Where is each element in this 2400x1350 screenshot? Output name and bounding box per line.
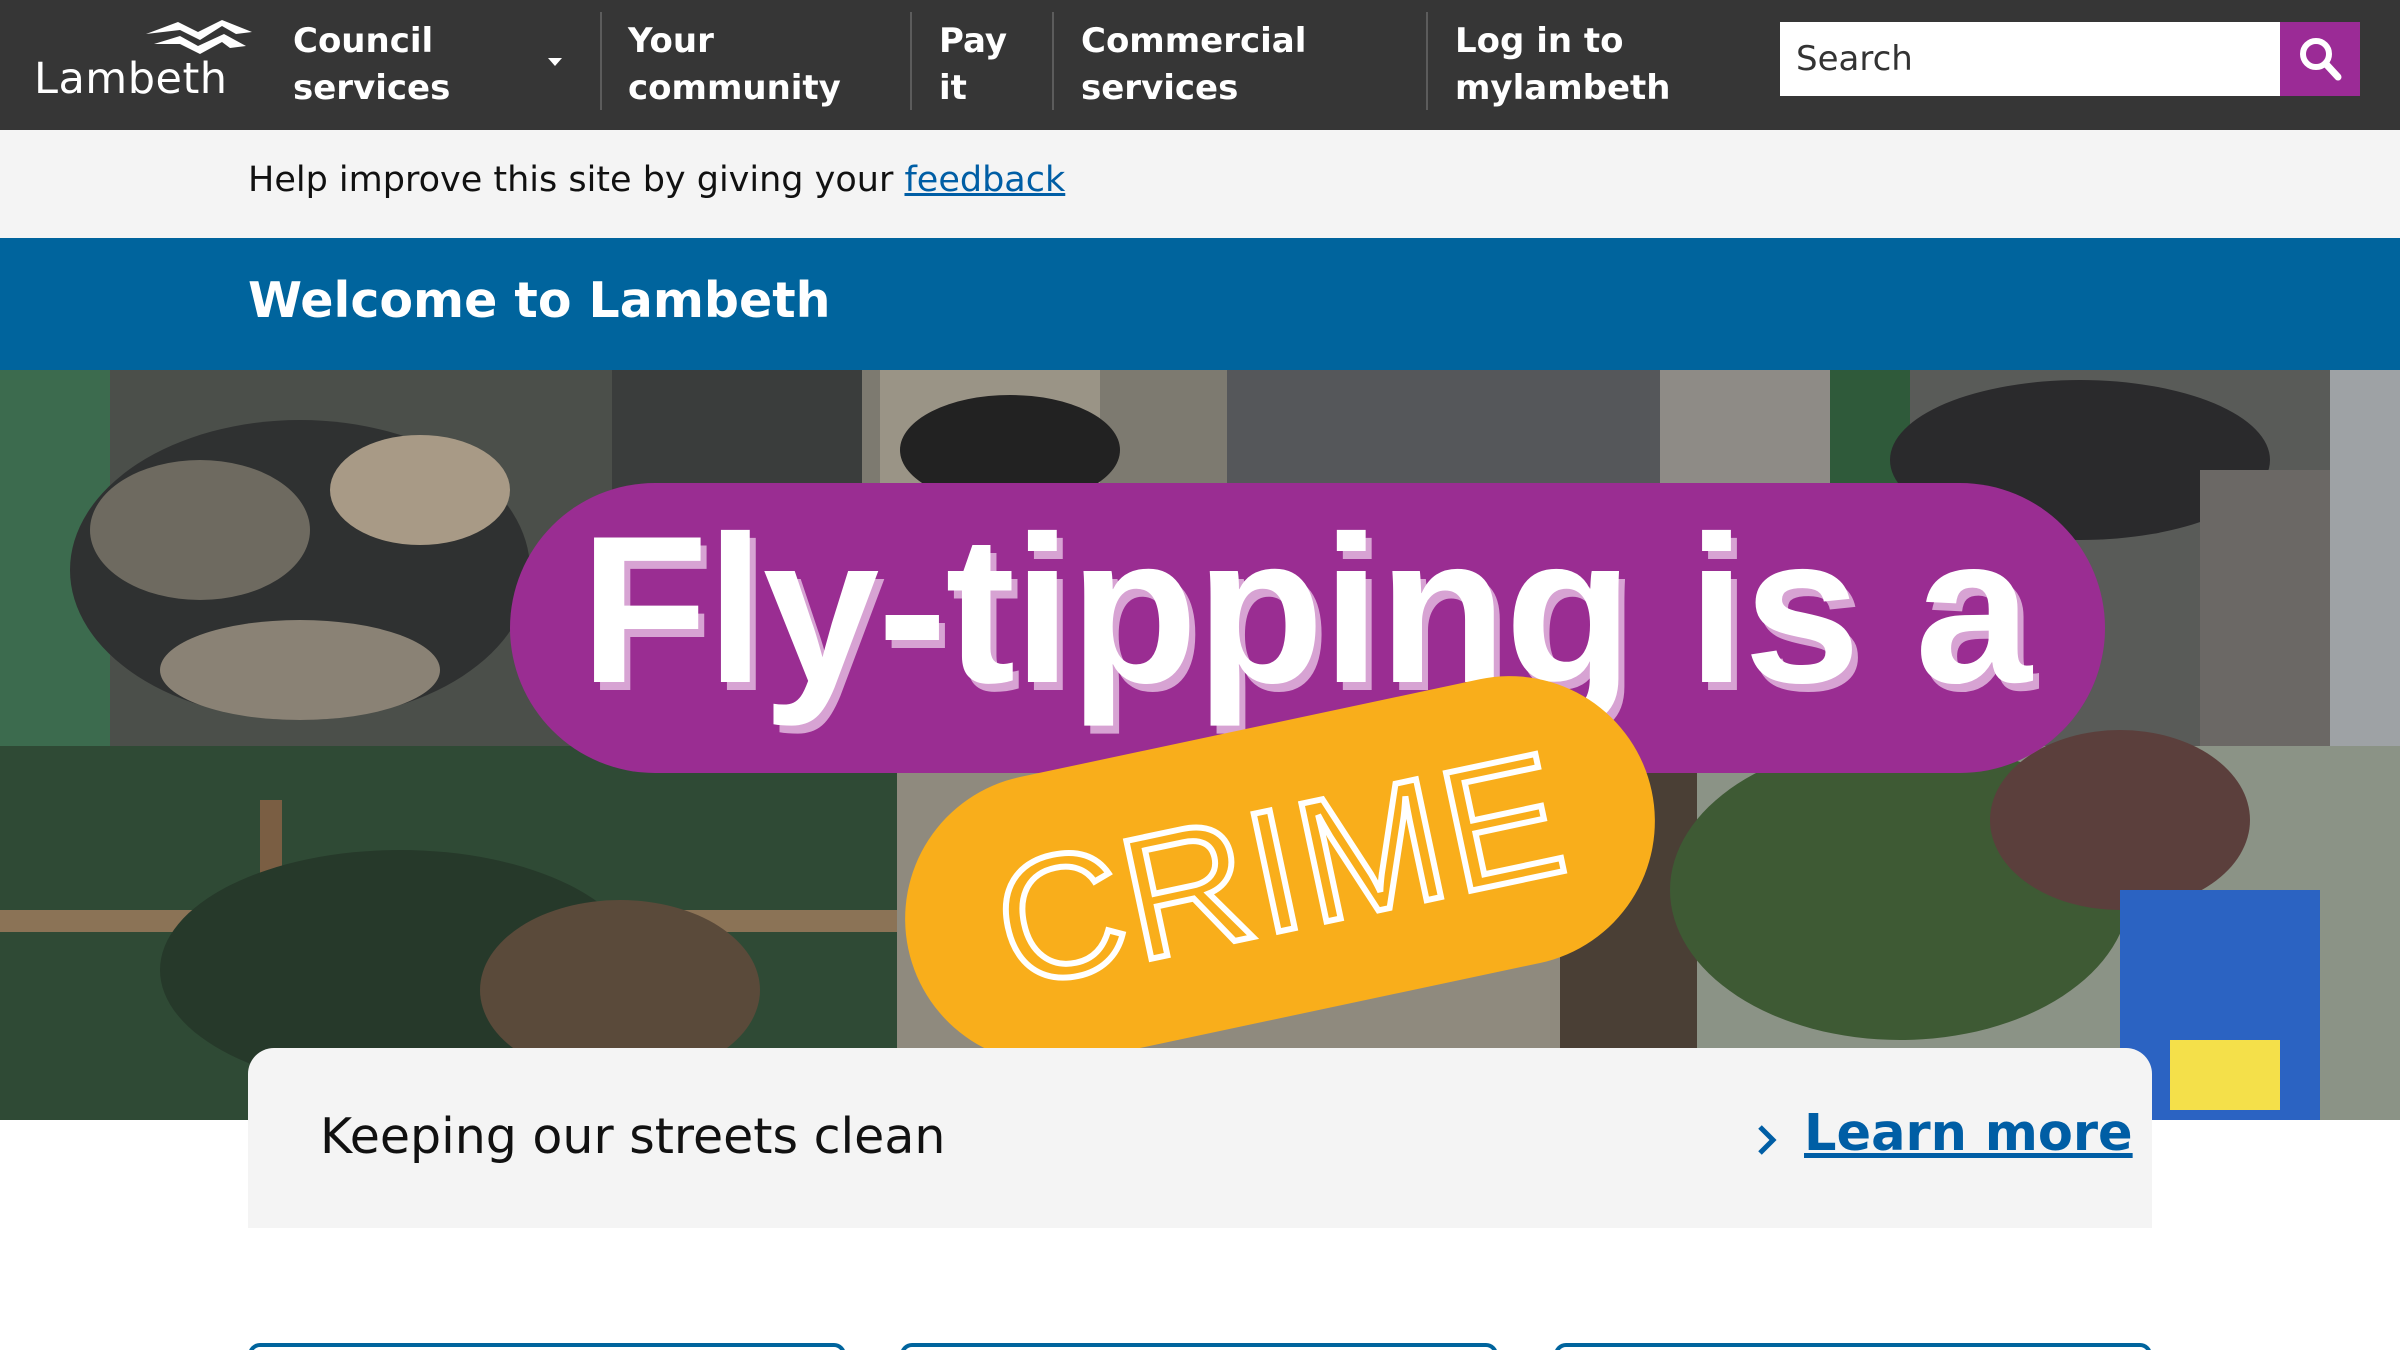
nav-label: it [939,68,967,108]
nav-commercial-services[interactable]: Commercial services [1081,0,1306,130]
hero-headline: Fly-tipping is a [580,492,2032,727]
nav-divider [600,12,602,110]
hero-banner[interactable]: Fly-tipping is a CRIME [0,370,2400,1120]
site-header: Lambeth Council services Your community … [0,0,2400,130]
search-input[interactable] [1780,22,2280,96]
nav-label: services [1081,68,1239,108]
nav-log-in[interactable]: Log in to mylambeth [1455,0,1670,130]
nav-label: Commercial [1081,21,1307,61]
lambeth-logo[interactable]: Lambeth [30,14,270,114]
search-button[interactable] [2280,22,2360,96]
nav-pay-it[interactable]: Pay it [939,0,1007,130]
chevron-right-icon [1758,1125,1777,1155]
service-tile[interactable] [248,1343,846,1350]
nav-divider [1426,12,1428,110]
chevron-down-icon[interactable] [548,58,562,66]
promo-card: Keeping our streets clean Learn more [248,1048,2152,1228]
learn-more-link[interactable]: Learn more [1804,1104,2133,1163]
logo-text: Lambeth [34,54,228,104]
nav-divider [910,12,912,110]
nav-label: services [293,68,451,108]
feedback-text: Help improve this site by giving your [248,160,905,200]
nav-divider [1052,12,1054,110]
service-tile[interactable] [900,1343,1498,1350]
search-icon [2300,38,2342,81]
nav-label: mylambeth [1455,68,1671,108]
welcome-banner: Welcome to Lambeth [0,238,2400,370]
nav-label: community [628,68,841,108]
lambeth-logo-icon [146,20,252,54]
nav-your-community[interactable]: Your community [628,0,841,130]
nav-label: Log in to [1455,21,1624,61]
feedback-message: Help improve this site by giving your fe… [248,160,1065,200]
nav-council-services[interactable]: Council services [293,0,450,130]
page-title: Welcome to Lambeth [248,272,831,329]
card-title: Keeping our streets clean [320,1108,946,1165]
feedback-banner: Help improve this site by giving your fe… [0,130,2400,238]
feedback-link[interactable]: feedback [904,160,1065,200]
service-tile[interactable] [1554,1343,2152,1350]
nav-label: Council [293,21,434,61]
nav-label: Pay [939,21,1008,61]
nav-label: Your [628,21,714,61]
